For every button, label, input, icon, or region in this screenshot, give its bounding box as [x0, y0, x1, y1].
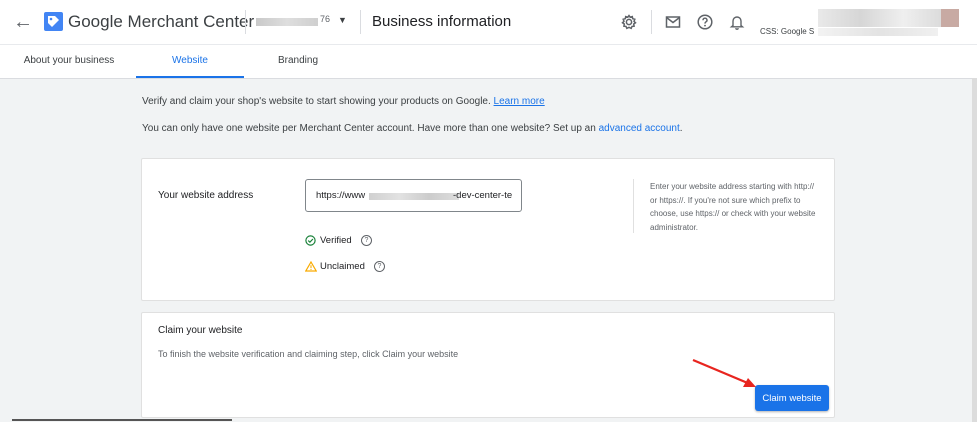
divider: [360, 10, 361, 34]
intro-text-2: You can only have one website per Mercha…: [142, 123, 596, 134]
intro-text: Verify and claim your shop's website to …: [142, 96, 491, 107]
tab-website[interactable]: Website: [136, 45, 244, 78]
website-address-card: Your website address https://www -dev-ce…: [141, 158, 835, 301]
website-address-hint: Enter your website address starting with…: [650, 182, 816, 232]
profile-subtitle-redacted: [818, 28, 938, 36]
claim-website-button[interactable]: Claim website: [755, 385, 829, 411]
mail-icon[interactable]: [663, 12, 683, 32]
dropdown-caret-icon[interactable]: ▼: [338, 15, 347, 25]
website-url-input[interactable]: https://www -dev-center-te: [305, 179, 522, 212]
tab-branding[interactable]: Branding: [252, 45, 344, 78]
account-id-suffix: 76: [320, 14, 331, 24]
intro-period: .: [679, 123, 683, 134]
advanced-account-link[interactable]: advanced account: [599, 123, 680, 134]
profile-name-redacted: [818, 9, 946, 27]
claim-card-title: Claim your website: [158, 325, 243, 336]
page-title: Business information: [372, 13, 512, 30]
divider: [651, 10, 652, 34]
divider: [245, 10, 246, 34]
verified-status: Verified: [305, 235, 385, 249]
help-icon[interactable]: [695, 12, 715, 32]
unclaimed-status: Unclaimed: [304, 260, 385, 275]
check-circle-icon: [305, 235, 316, 249]
tab-bar: About your business Website Branding: [0, 44, 977, 79]
url-prefix: https://www: [316, 190, 366, 201]
scrollbar-track[interactable]: [972, 78, 977, 422]
settings-gear-icon[interactable]: [619, 12, 639, 32]
account-profile[interactable]: CSS: Google S: [760, 8, 972, 38]
website-address-label: Your website address: [158, 190, 254, 201]
profile-label: CSS: Google S: [760, 27, 815, 36]
bottom-scrollbar[interactable]: [12, 419, 232, 421]
verified-label: Verified: [320, 235, 352, 246]
help-icon[interactable]: ?: [361, 235, 372, 246]
help-icon[interactable]: ?: [374, 261, 385, 272]
avatar[interactable]: [941, 9, 959, 27]
notifications-bell-icon[interactable]: [727, 12, 747, 32]
tab-about-your-business[interactable]: About your business: [10, 45, 128, 78]
intro-line-2: You can only have one website per Mercha…: [142, 123, 683, 134]
divider: [633, 179, 634, 233]
merchant-center-logo-icon[interactable]: [44, 12, 63, 31]
learn-more-link[interactable]: Learn more: [494, 96, 545, 107]
warning-triangle-icon: [304, 260, 318, 275]
top-app-bar: ← Google Merchant Center 76 ▼ Business i…: [0, 0, 977, 44]
intro-line-1: Verify and claim your shop's website to …: [142, 96, 545, 107]
brand-title[interactable]: Google Merchant Center: [68, 12, 254, 32]
account-id-redacted: [256, 18, 318, 26]
arrow-back-icon[interactable]: ←: [12, 11, 34, 33]
claim-card-description: To finish the website verification and c…: [158, 349, 459, 359]
url-redacted: [369, 193, 459, 200]
url-suffix: -dev-center-te: [453, 190, 513, 201]
annotation-arrow-icon: [692, 358, 756, 387]
unclaimed-label: Unclaimed: [320, 261, 365, 272]
account-selector[interactable]: 76 ▼: [256, 14, 347, 27]
